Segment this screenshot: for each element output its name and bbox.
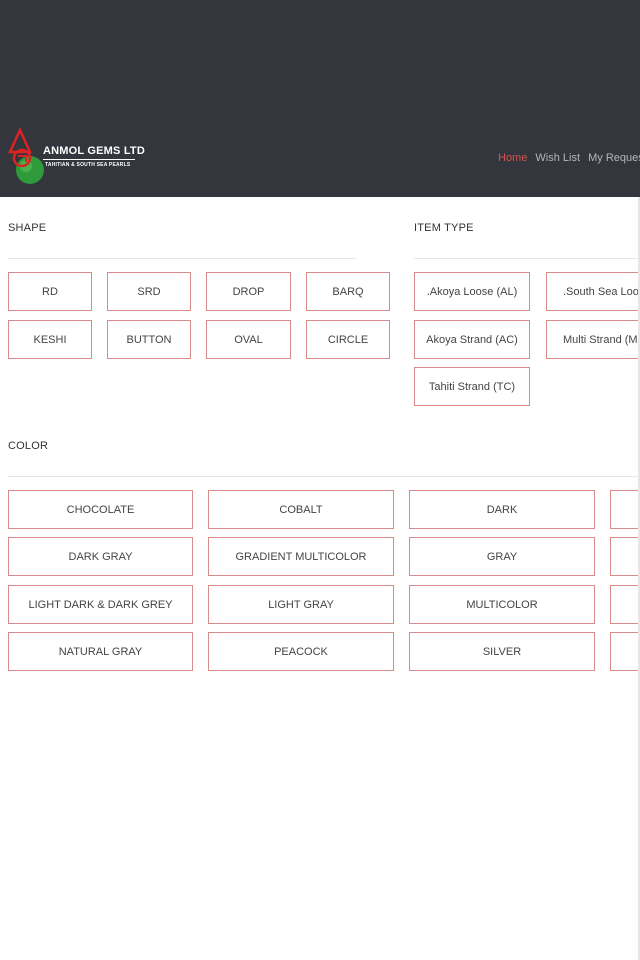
shape-option-oval[interactable]: OVAL xyxy=(206,320,291,359)
shape-option-keshi[interactable]: KESHI xyxy=(8,320,92,359)
color-option-silver[interactable]: SILVER xyxy=(409,632,595,671)
color-option-cobalt[interactable]: COBALT xyxy=(208,490,394,529)
color-option-dark[interactable]: DARK xyxy=(409,490,595,529)
color-option-gray[interactable]: GRAY xyxy=(409,537,595,576)
color-option-clipped[interactable] xyxy=(610,585,640,624)
shape-option-drop[interactable]: DROP xyxy=(206,272,291,311)
nav-wish-list[interactable]: Wish List xyxy=(535,152,580,164)
color-option-peacock[interactable]: PEACOCK xyxy=(208,632,394,671)
nav-my-request[interactable]: My Request xyxy=(588,152,640,164)
pearl-logo-icon xyxy=(8,126,44,184)
color-option-gradient-multicolor[interactable]: GRADIENT MULTICOLOR xyxy=(208,537,394,576)
item-type-south-sea-loose[interactable]: .South Sea Loose (Sl xyxy=(546,272,640,311)
main-nav: Home Wish List My Request My xyxy=(498,152,640,164)
color-option-light-dark-dark-grey[interactable]: LIGHT DARK & DARK GREY xyxy=(8,585,193,624)
color-option-clipped[interactable] xyxy=(610,632,640,671)
shape-divider xyxy=(8,258,356,259)
color-option-natural-gray[interactable]: NATURAL GRAY xyxy=(8,632,193,671)
color-option-clipped[interactable] xyxy=(610,490,640,529)
color-option-clipped[interactable] xyxy=(610,537,640,576)
shape-option-barq[interactable]: BARQ xyxy=(306,272,390,311)
item-type-akoya-strand[interactable]: Akoya Strand (AC) xyxy=(414,320,530,359)
shape-option-button[interactable]: BUTTON xyxy=(107,320,191,359)
item-type-title: ITEM TYPE xyxy=(414,222,474,234)
color-option-dark-gray[interactable]: DARK GRAY xyxy=(8,537,193,576)
shape-option-srd[interactable]: SRD xyxy=(107,272,191,311)
brand-tagline: TAHITIAN & SOUTH SEA PEARLS xyxy=(45,162,131,168)
shape-title: SHAPE xyxy=(8,222,47,234)
brand-logo[interactable] xyxy=(6,126,142,188)
shape-option-rd[interactable]: RD xyxy=(8,272,92,311)
shape-option-circle[interactable]: CIRCLE xyxy=(306,320,390,359)
item-type-tahiti-strand[interactable]: Tahiti Strand (TC) xyxy=(414,367,530,406)
color-option-multicolor[interactable]: MULTICOLOR xyxy=(409,585,595,624)
color-title: COLOR xyxy=(8,440,49,452)
brand-name: ANMOL GEMS LTD xyxy=(43,145,145,157)
color-divider xyxy=(8,476,640,477)
color-option-chocolate[interactable]: CHOCOLATE xyxy=(8,490,193,529)
nav-home[interactable]: Home xyxy=(498,152,527,164)
item-type-akoya-loose[interactable]: .Akoya Loose (AL) xyxy=(414,272,530,311)
item-type-multi-strand[interactable]: Multi Strand (MC) xyxy=(546,320,640,359)
brand-divider xyxy=(43,159,135,160)
color-option-light-gray[interactable]: LIGHT GRAY xyxy=(208,585,394,624)
item-type-divider xyxy=(414,258,640,259)
